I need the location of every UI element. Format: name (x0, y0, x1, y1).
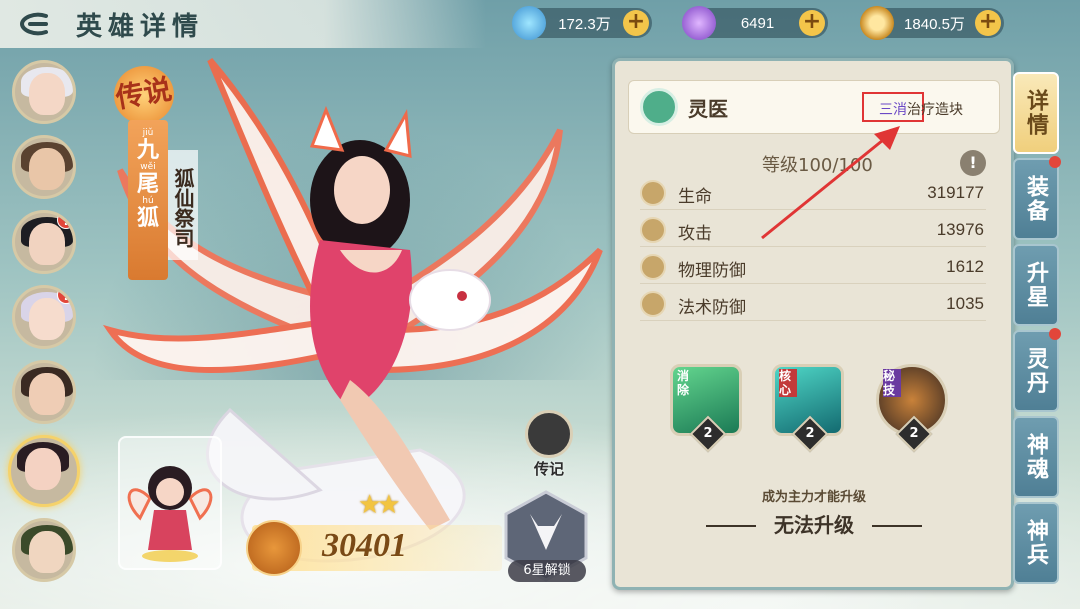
tab-star-up[interactable]: 升星 (1013, 244, 1059, 326)
sword-icon (640, 217, 666, 243)
six-star-unlock-label: 6星解锁 (508, 560, 586, 582)
tab-divine-weapon[interactable]: 神兵 (1013, 502, 1059, 584)
stat-row-attack: 攻击 13976 (640, 213, 986, 247)
stat-row-magic-defense: 法术防御 1035 (640, 287, 986, 321)
resource-orb: 6491 + (682, 6, 828, 40)
hero-avatar[interactable] (12, 135, 76, 199)
stat-value: 1035 (946, 294, 984, 313)
name-char: 狐 (136, 205, 159, 231)
skill-core[interactable]: 核心 2 (772, 364, 844, 453)
chibi-fox-icon (127, 466, 213, 562)
tab-elixir[interactable]: 灵丹 (1013, 328, 1061, 412)
combat-power-icon (246, 520, 302, 576)
stat-label: 生命 (678, 187, 712, 207)
skill-tag: 消除 (677, 369, 690, 397)
skill-eliminate[interactable]: 消除 2 (670, 364, 742, 453)
info-icon[interactable]: ! (960, 150, 986, 176)
combat-power-value: 30401 (322, 527, 407, 564)
skill-secret[interactable]: 秘技 2 (876, 364, 948, 453)
stat-row-physical-defense: 物理防御 1612 (640, 250, 986, 284)
heart-class-icon (640, 88, 678, 126)
magic-shield-icon (640, 291, 666, 317)
hero-name: jiǔ 九 wěi 尾 hú 狐 (128, 128, 168, 230)
biography-button[interactable]: 传记 (520, 410, 578, 478)
hero-title: 狐仙祭司 (168, 150, 198, 260)
tab-divine-soul[interactable]: 神魂 (1013, 416, 1059, 498)
crystal-icon (512, 6, 546, 40)
hero-avatar[interactable] (12, 360, 76, 424)
copper-coin-icon (860, 6, 894, 40)
hero-chibi-card[interactable] (118, 436, 222, 570)
tab-details[interactable]: 详情 (1013, 72, 1059, 154)
class-tags: 三消治疗造块 (879, 99, 963, 119)
stat-value: 1612 (946, 257, 984, 276)
tab-equipment[interactable]: 装备 (1013, 156, 1061, 240)
stat-label: 法术防御 (678, 298, 746, 318)
shield-icon (640, 254, 666, 280)
stat-value: 319177 (927, 183, 984, 202)
skill-tag: 秘技 (883, 369, 901, 397)
notification-dot (1049, 328, 1061, 340)
hero-avatar[interactable] (12, 518, 76, 582)
heart-icon (640, 180, 666, 206)
add-orb-button[interactable]: + (799, 10, 825, 36)
page-title: 英雄详情 (76, 12, 205, 42)
tag-heal: 治疗造块 (907, 102, 963, 118)
purple-orb-icon (682, 6, 716, 40)
hero-avatar-selected[interactable] (8, 435, 80, 507)
add-crystal-button[interactable]: + (623, 10, 649, 36)
hero-avatar[interactable]: ! (12, 210, 76, 274)
stat-value: 13976 (936, 220, 984, 239)
skill-tag: 核心 (779, 369, 797, 397)
star-rating: ★★ (358, 490, 401, 520)
biography-label: 传记 (533, 460, 564, 478)
back-arrow-icon (19, 12, 48, 36)
resource-value: 6491 (740, 14, 775, 32)
stat-label: 物理防御 (678, 261, 746, 281)
add-coin-button[interactable]: + (975, 10, 1001, 36)
upgrade-hint: 成为主力才能升级 (761, 490, 866, 505)
name-char: 尾 (136, 171, 159, 197)
resource-value: 1840.5万 (904, 15, 965, 33)
resource-value: 172.3万 (558, 15, 611, 33)
back-button[interactable] (12, 6, 60, 42)
alert-badge: ! (57, 288, 73, 304)
name-char: 九 (136, 137, 159, 163)
stat-label: 攻击 (678, 224, 712, 244)
tag-match3: 三消 (879, 102, 907, 118)
alert-badge: ! (57, 213, 73, 229)
resource-coin: 1840.5万 + (860, 6, 1004, 40)
class-name: 灵医 (688, 97, 728, 121)
level-text: 等级100/100 (762, 155, 873, 176)
hero-avatar[interactable] (12, 60, 76, 124)
hero-avatar[interactable]: ! (12, 285, 76, 349)
resource-crystal: 172.3万 + (512, 6, 652, 40)
upgrade-button[interactable]: 无法升级 (706, 508, 922, 542)
notification-dot (1049, 156, 1061, 168)
stat-row-hp: 生命 319177 (640, 176, 986, 210)
scroll-icon (525, 410, 573, 458)
hero-list: ! ! (8, 60, 82, 593)
